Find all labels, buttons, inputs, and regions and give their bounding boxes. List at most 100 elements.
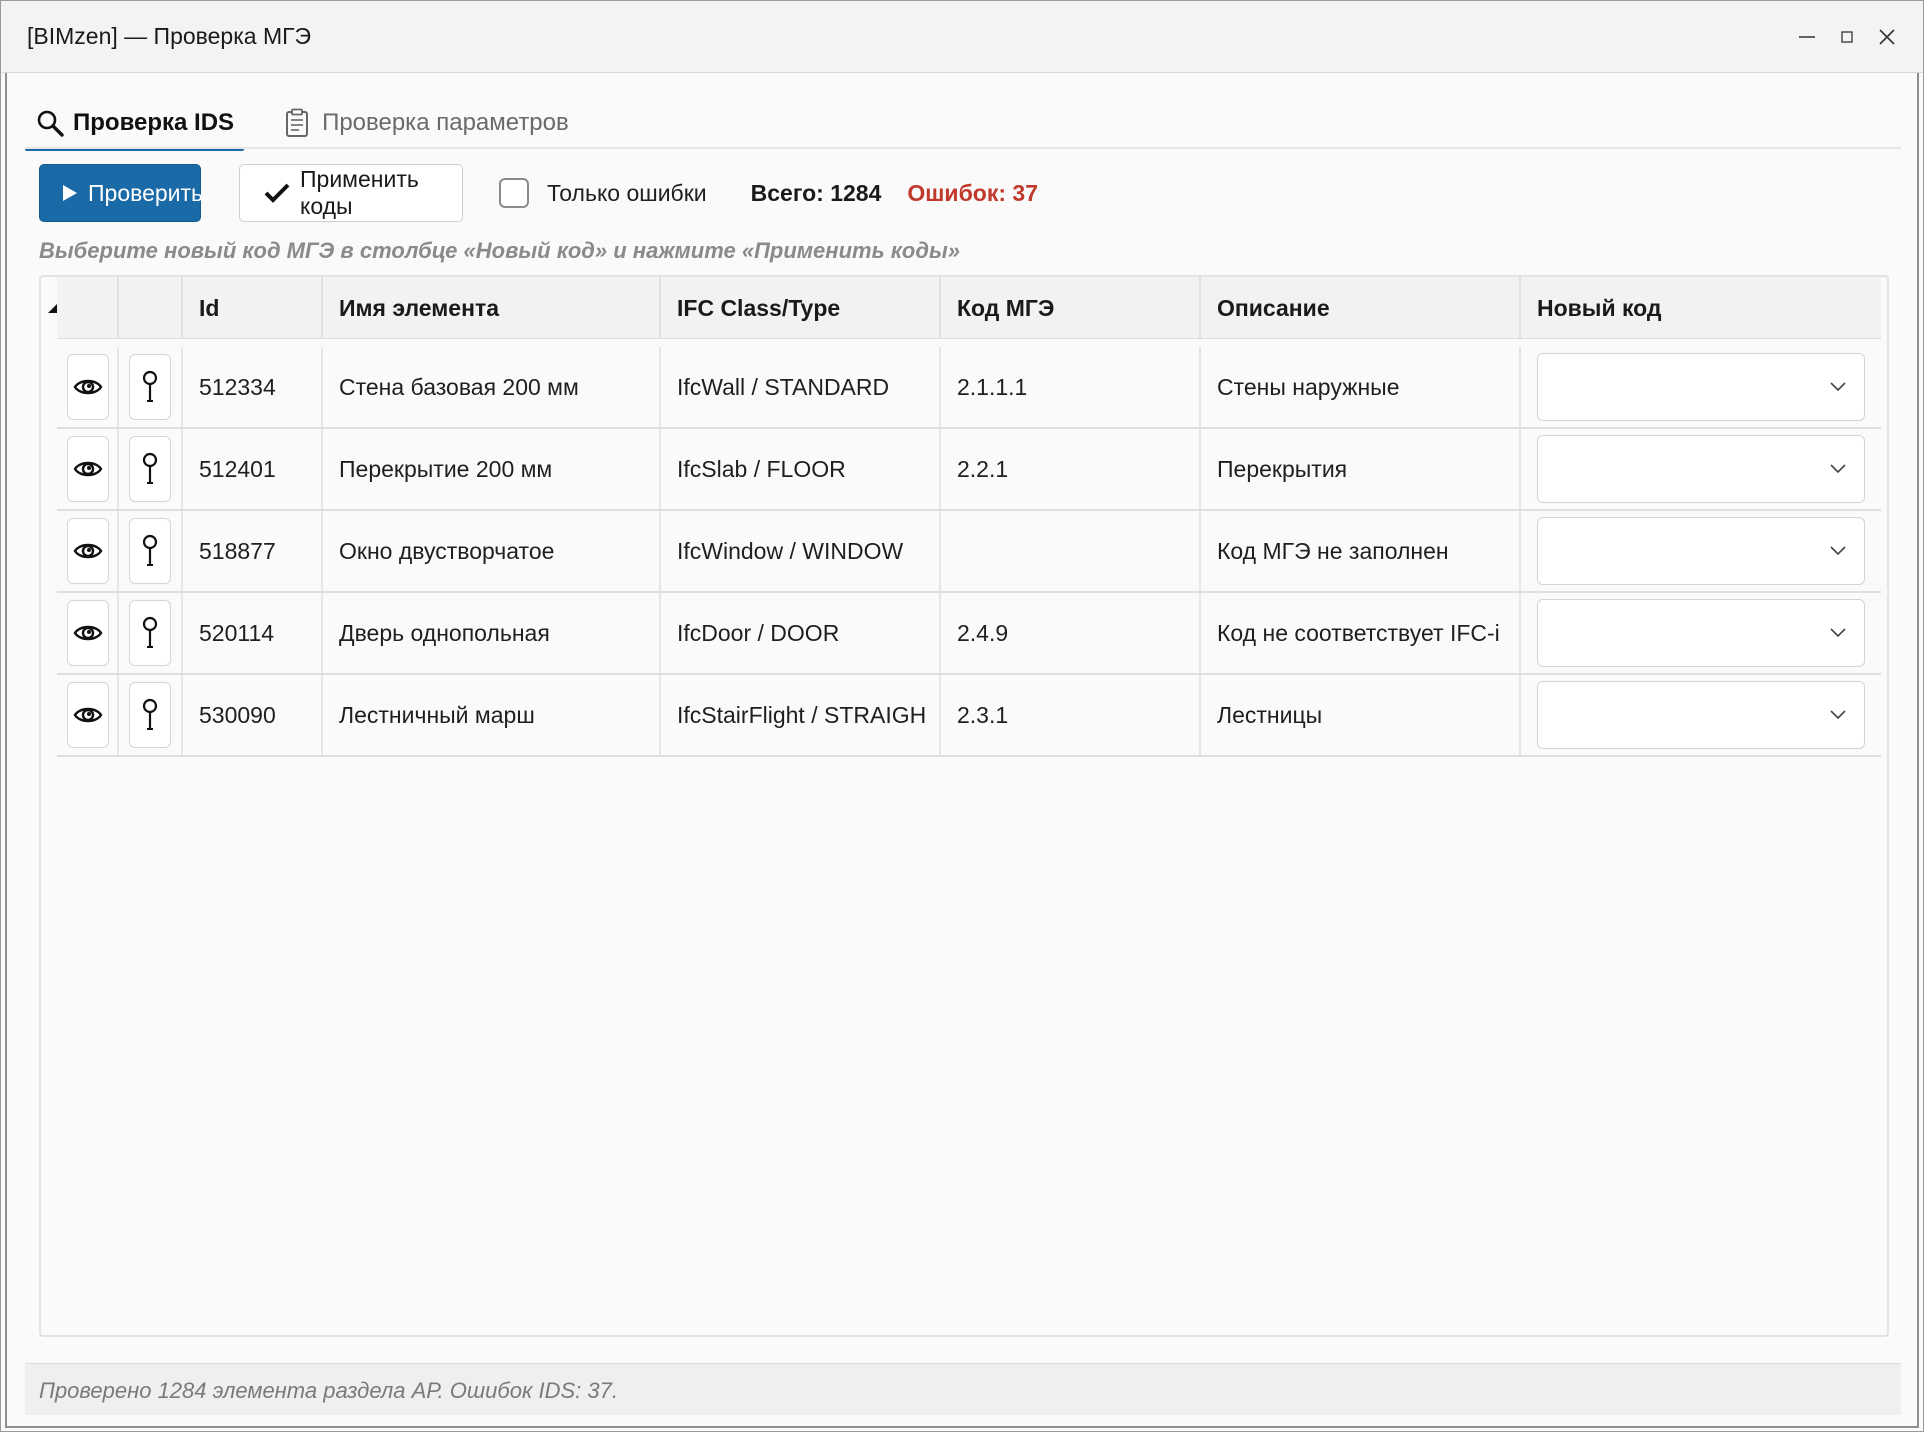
new-code-dropdown[interactable] [1537,599,1865,667]
hint-text: Выберите новый код МГЭ в столбце «Новый … [39,238,960,263]
select-element-button[interactable] [129,682,171,748]
cell-id: 512401 [183,429,323,509]
table-row[interactable]: 518877 Окно двустворчатое IfcWindow / WI… [57,511,1881,593]
tab-strip: Проверка IDS Проверка параметров [25,101,609,151]
main-content: Проверка IDS Проверка параметров Провери… [5,73,1919,1428]
select-element-button[interactable] [129,354,171,420]
cell-ifc: IfcSlab / FLOOR [661,429,941,509]
apply-codes-label: Применить коды [300,166,419,219]
error-count: Ошибок: 37 [907,180,1038,207]
maximize-icon [1841,31,1853,43]
errors-label: Ошибок: [907,179,1007,206]
table-row[interactable]: 520114 Дверь однопольная IfcDoor / DOOR … [57,593,1881,675]
table-row[interactable]: 530090 Лестничный марш IfcStairFlight / … [57,675,1881,757]
cell-ifc: IfcWall / STANDARD [661,347,941,427]
select-element-button[interactable] [129,600,171,666]
maximize-button[interactable] [1827,19,1867,55]
cell-name: Перекрытие 200 мм [323,429,661,509]
tab-params-check[interactable]: Проверка параметров [280,101,573,145]
cell-ifc: IfcWindow / WINDOW [661,511,941,591]
cell-description: Код не соответствует IFC-i [1201,593,1521,673]
search-icon [35,108,65,138]
app-window: [BIMzen] — Проверка МГЭ Проверка IDS Про… [0,0,1924,1432]
cell-name: Стена базовая 200 мм [323,347,661,427]
eye-icon [73,379,103,395]
checkmark-icon [264,182,290,204]
eye-icon [73,707,103,723]
cell-id: 530090 [183,675,323,755]
check-button[interactable]: Проверить [39,164,204,222]
chevron-down-icon [1830,464,1846,474]
window-title: [BIMzen] — Проверка МГЭ [27,23,312,49]
table-row[interactable]: 512401 Перекрытие 200 мм IfcSlab / FLOOR… [57,429,1881,511]
show-element-button[interactable] [67,518,109,584]
cell-ifc: IfcStairFlight / STRAIGH [661,675,941,755]
cell-name: Дверь однопольная [323,593,661,673]
chevron-down-icon [1830,710,1846,720]
cell-code: 2.3.1 [941,675,1201,755]
eye-icon [73,625,103,641]
select-element-button[interactable] [129,436,171,502]
pin-icon [142,698,158,730]
eye-icon [73,543,103,559]
cell-description: Стены наружные [1201,347,1521,427]
chevron-down-icon [1830,546,1846,556]
show-element-button[interactable] [67,436,109,502]
total-label: Всего: [750,179,824,206]
new-code-dropdown[interactable] [1537,681,1865,749]
col-header-select[interactable] [119,277,183,339]
check-button-label: Проверить [88,179,204,206]
tab-label: Проверка параметров [322,109,569,136]
pin-icon [142,534,158,566]
col-header-code[interactable]: Код МГЭ [941,277,1201,339]
chevron-down-icon [1830,628,1846,638]
pin-icon [142,616,158,648]
cell-id: 512334 [183,347,323,427]
close-icon [1879,29,1895,45]
tab-ids-check[interactable]: Проверка IDS [25,101,245,151]
table-row[interactable]: 512334 Стена базовая 200 мм IfcWall / ST… [57,347,1881,429]
new-code-dropdown[interactable] [1537,353,1865,421]
title-bar: [BIMzen] — Проверка МГЭ [1,1,1923,73]
show-element-button[interactable] [67,600,109,666]
tab-label: Проверка IDS [73,109,235,136]
status-text: Проверено 1284 элемента раздела АР. Ошиб… [39,1378,618,1403]
toolbar: Проверить Применить коды Только ошибки В… [39,163,1038,223]
cell-code: 2.1.1.1 [941,347,1201,427]
col-header-view[interactable] [57,277,119,339]
show-element-button[interactable] [67,682,109,748]
close-button[interactable] [1867,19,1907,55]
cell-description: Код МГЭ не заполнен [1201,511,1521,591]
grid-rows: 512334 Стена базовая 200 мм IfcWall / ST… [57,347,1881,757]
new-code-dropdown[interactable] [1537,435,1865,503]
col-header-ifc[interactable]: IFC Class/Type [661,277,941,339]
only-errors-toggle[interactable]: Только ошибки [499,178,707,208]
minimize-button[interactable] [1787,19,1827,55]
select-element-button[interactable] [129,518,171,584]
cell-id: 520114 [183,593,323,673]
cell-description: Лестницы [1201,675,1521,755]
cell-name: Лестничный марш [323,675,661,755]
chevron-down-icon [1830,382,1846,392]
show-element-button[interactable] [67,354,109,420]
col-header-description[interactable]: Описание [1201,277,1521,339]
new-code-dropdown[interactable] [1537,517,1865,585]
only-errors-checkbox[interactable] [499,178,529,208]
grid-header: Id Имя элемента IFC Class/Type Код МГЭ О… [57,277,1881,339]
col-header-new-code[interactable]: Новый код [1521,277,1881,339]
errors-value: 37 [1012,179,1038,206]
cell-name: Окно двустворчатое [323,511,661,591]
cell-code: 2.4.9 [941,593,1201,673]
status-bar: Проверено 1284 элемента раздела АР. Ошиб… [25,1363,1901,1415]
play-icon [62,184,78,202]
eye-icon [73,461,103,477]
col-header-id[interactable]: Id [183,277,323,339]
cell-code [941,511,1201,591]
col-header-name[interactable]: Имя элемента [323,277,661,339]
apply-codes-button[interactable]: Применить коды [239,164,463,222]
total-count: Всего: 1284 [751,180,882,207]
pin-icon [142,370,158,402]
only-errors-label: Только ошибки [547,179,707,206]
cell-description: Перекрытия [1201,429,1521,509]
pin-icon [142,452,158,484]
